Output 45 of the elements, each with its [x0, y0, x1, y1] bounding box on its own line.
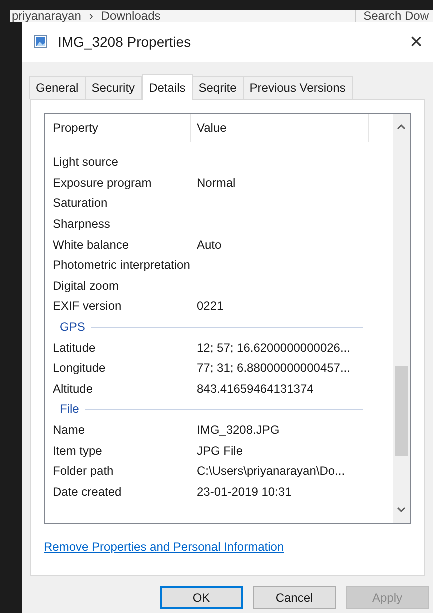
property-name: Altitude	[52, 380, 94, 398]
property-name: Sharpness	[52, 216, 112, 234]
property-name: Saturation	[52, 195, 109, 212]
property-name: Light source	[52, 154, 120, 172]
property-value: Auto	[196, 236, 222, 254]
property-value: 12; 57; 16.6200000000026...	[196, 340, 350, 357]
property-value: 77; 31; 6.88000000000457...	[196, 360, 350, 378]
tab[interactable]: Previous Versions	[242, 76, 353, 99]
property-value: 23-01-2019 10:31	[196, 484, 292, 501]
group-heading: GPS	[60, 319, 86, 336]
property-value: JPG File	[196, 442, 244, 460]
property-value: 843.41659464131374	[196, 380, 314, 398]
property-name: Name	[52, 422, 86, 440]
property-name: Item type	[52, 442, 104, 460]
scroll-up-icon[interactable]	[397, 124, 406, 130]
property-name: Digital zoom	[52, 278, 120, 295]
image-file-icon	[34, 35, 48, 49]
property-name: Exposure program	[52, 174, 153, 192]
property-name: Longitude	[52, 360, 107, 378]
property-value: C:\Users\priyanarayan\Do...	[196, 463, 346, 480]
tab[interactable]: Security	[84, 76, 142, 99]
column-header[interactable]: Value	[191, 114, 369, 142]
window-title: IMG_3208 Properties	[58, 32, 192, 52]
property-name: Photometric interpretation	[52, 257, 191, 274]
folder-text: Downloads	[101, 10, 161, 22]
tab[interactable]: General	[29, 76, 86, 99]
path-separator: ›	[89, 10, 94, 22]
scroll-thumb[interactable]	[395, 366, 408, 456]
property-name: White balance	[52, 236, 130, 254]
scrollbar[interactable]	[393, 114, 410, 523]
property-name: Date created	[52, 484, 123, 501]
property-value: Normal	[196, 174, 236, 192]
property-name: Latitude	[52, 340, 97, 357]
tab[interactable]: Details	[142, 74, 193, 100]
remove-properties-link[interactable]: Remove Properties and Personal Information	[44, 540, 284, 554]
scroll-down-icon[interactable]	[397, 507, 406, 513]
dialog-button[interactable]: Cancel	[253, 586, 336, 609]
close-button[interactable]: ×	[410, 31, 423, 53]
group-heading: File	[60, 401, 80, 418]
property-value: IMG_3208.JPG	[196, 422, 280, 440]
column-header[interactable]: Property	[45, 114, 191, 142]
dialog-button[interactable]: OK	[160, 586, 243, 609]
property-name: EXIF version	[52, 298, 123, 316]
property-value: 0221	[196, 298, 224, 316]
property-name: Folder path	[52, 463, 115, 480]
